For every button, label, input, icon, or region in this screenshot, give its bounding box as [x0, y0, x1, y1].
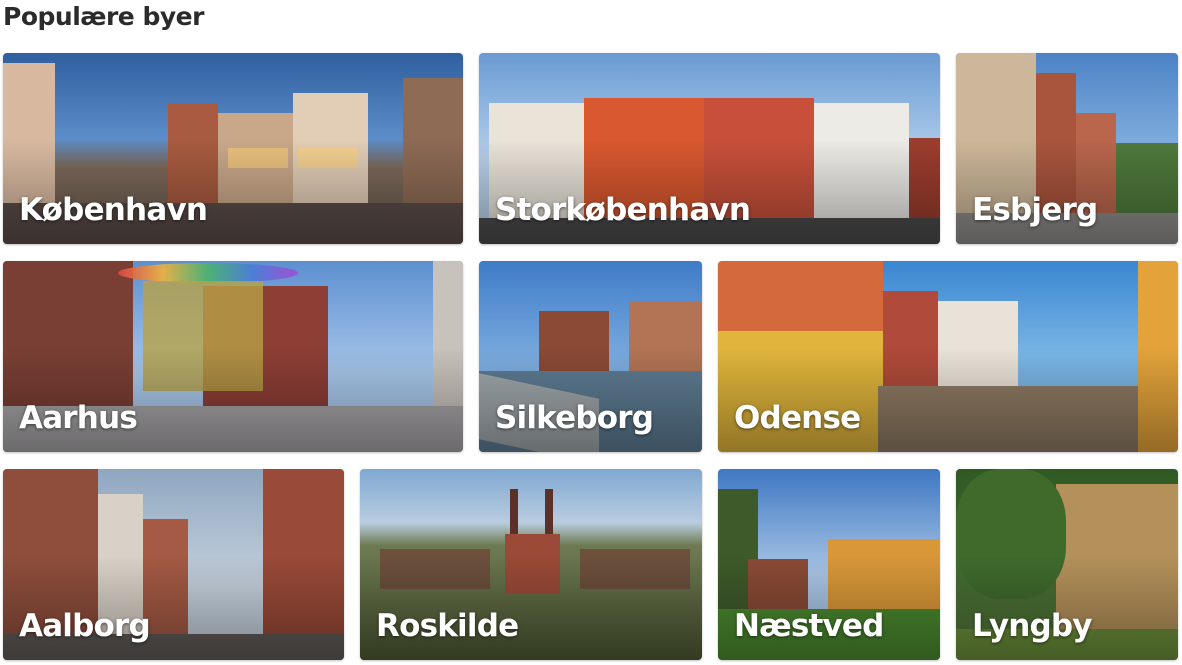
city-name: København [19, 192, 208, 228]
city-name: Roskilde [376, 608, 519, 644]
city-card-naestved[interactable]: Næstved [718, 469, 940, 660]
city-name: Aalborg [19, 608, 151, 644]
city-card-roskilde[interactable]: Roskilde [360, 469, 702, 660]
city-name: Odense [734, 400, 861, 436]
section-title: Populære byer [3, 2, 204, 31]
city-name: Storkøbenhavn [495, 192, 751, 228]
city-card-storkobenhavn[interactable]: Storkøbenhavn [479, 53, 940, 244]
city-card-aarhus[interactable]: Aarhus [3, 261, 463, 452]
city-name: Esbjerg [972, 192, 1098, 228]
city-card-esbjerg[interactable]: Esbjerg [956, 53, 1178, 244]
city-name: Næstved [734, 608, 884, 644]
city-name: Lyngby [972, 608, 1093, 644]
city-name: Silkeborg [495, 400, 654, 436]
city-card-kobenhavn[interactable]: København [3, 53, 463, 244]
city-name: Aarhus [19, 400, 138, 436]
city-card-aalborg[interactable]: Aalborg [3, 469, 344, 660]
city-card-odense[interactable]: Odense [718, 261, 1178, 452]
city-card-silkeborg[interactable]: Silkeborg [479, 261, 702, 452]
city-card-lyngby[interactable]: Lyngby [956, 469, 1178, 660]
